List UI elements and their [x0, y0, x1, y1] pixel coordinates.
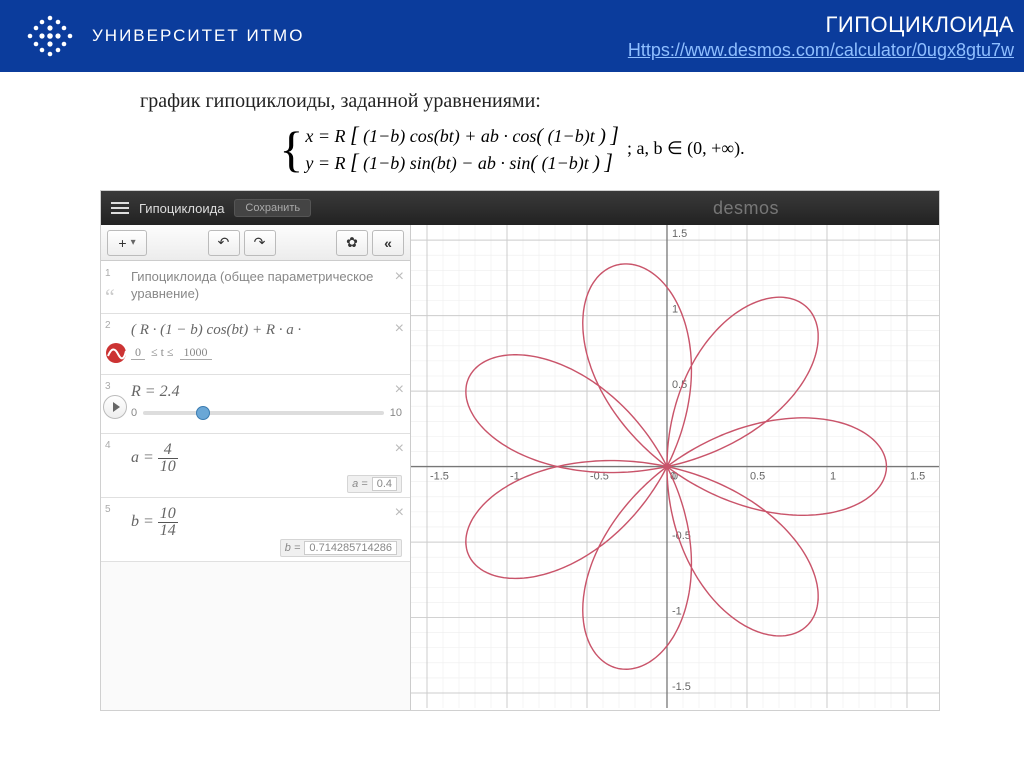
- curve-icon[interactable]: [105, 342, 127, 364]
- parametric-expression-row[interactable]: 2 ( R · (1 − b) cos(bt) + R · a · × 0 ≤ …: [101, 314, 410, 375]
- equation-domain: ; a, b ∈ (0, +∞).: [627, 138, 745, 159]
- R-slider[interactable]: 0 10: [131, 407, 402, 419]
- row-number: 5: [105, 504, 111, 515]
- close-icon[interactable]: ×: [395, 504, 404, 522]
- R-expression: R = 2.4: [131, 383, 180, 400]
- folder-label: Гипоциклоида (общее параметрическое урав…: [131, 269, 373, 301]
- redo-button[interactable]: ↷: [244, 230, 276, 256]
- graph-title[interactable]: Гипоциклоида: [139, 201, 224, 216]
- desmos-topbar: Гипоциклоида Сохранить desmos: [101, 191, 939, 225]
- header-right: ГИПОЦИКЛОИДА Https://www.desmos.com/calc…: [628, 12, 1014, 61]
- svg-text:-1.5: -1.5: [430, 471, 449, 483]
- desmos-app: Гипоциклоида Сохранить desmos + ↶ ↷ ✿ « …: [100, 190, 940, 711]
- slider-a-row[interactable]: 4 a = 410 × a =0.4: [101, 434, 410, 498]
- plot-svg: -1.5-1-0.500.511.5-1.5-1-0.50.511.50: [411, 225, 939, 708]
- slider-b-row[interactable]: 5 b = 1014 × b =0.714285714286: [101, 498, 410, 562]
- svg-text:0.5: 0.5: [750, 471, 765, 483]
- university-name: УНИВЕРСИТЕТ ИТМО: [92, 26, 304, 46]
- b-value-badge: b =0.714285714286: [280, 539, 402, 557]
- expression-list: 1 “ Гипоциклоида (общее параметрическое …: [101, 261, 410, 710]
- t-domain[interactable]: 0 ≤ t ≤ 1000: [131, 345, 402, 360]
- folder-row[interactable]: 1 “ Гипоциклоида (общее параметрическое …: [101, 261, 410, 314]
- row-number: 3: [105, 381, 111, 392]
- svg-text:1: 1: [672, 304, 678, 316]
- close-icon[interactable]: ×: [395, 320, 404, 338]
- slide-header: УНИВЕРСИТЕТ ИТМО ГИПОЦИКЛОИДА Https://ww…: [0, 0, 1024, 72]
- expression-toolbar: + ↶ ↷ ✿ «: [101, 225, 410, 261]
- slide-title: ГИПОЦИКЛОИДА: [628, 12, 1014, 38]
- collapse-panel-button[interactable]: «: [372, 230, 404, 256]
- left-brace-icon: {: [279, 124, 303, 174]
- equation-system: { x = R [ (1−b) cos(bt) + ab · cos( (1−b…: [0, 121, 1024, 176]
- itmo-logo-icon: [20, 8, 76, 64]
- row-number: 2: [105, 320, 111, 331]
- menu-icon[interactable]: [111, 199, 129, 217]
- svg-text:1: 1: [830, 471, 836, 483]
- caption: график гипоциклоиды, заданной уравнениям…: [140, 90, 1024, 113]
- svg-text:0.5: 0.5: [672, 379, 687, 391]
- close-icon[interactable]: ×: [395, 440, 404, 458]
- desmos-link[interactable]: Https://www.desmos.com/calculator/0ugx8g…: [628, 40, 1014, 61]
- svg-text:1.5: 1.5: [672, 228, 687, 240]
- slider-R-row[interactable]: 3 R = 2.4 × 0 10: [101, 375, 410, 434]
- row-number: 1: [105, 267, 111, 280]
- graph-canvas[interactable]: -1.5-1-0.500.511.5-1.5-1-0.50.511.50: [411, 225, 939, 710]
- settings-button[interactable]: ✿: [336, 230, 368, 256]
- undo-button[interactable]: ↶: [208, 230, 240, 256]
- a-value-badge: a =0.4: [347, 475, 402, 493]
- svg-text:-0.5: -0.5: [672, 530, 691, 542]
- desmos-logo: desmos: [713, 198, 779, 219]
- add-expression-button[interactable]: +: [107, 230, 147, 256]
- svg-text:-1.5: -1.5: [672, 681, 691, 693]
- folder-icon: “: [105, 283, 115, 312]
- close-icon[interactable]: ×: [395, 267, 404, 288]
- svg-text:1.5: 1.5: [910, 471, 925, 483]
- row-number: 4: [105, 440, 111, 451]
- expression-panel: + ↶ ↷ ✿ « 1 “ Гипоциклоида (общее параме…: [101, 225, 411, 710]
- close-icon[interactable]: ×: [395, 381, 404, 399]
- logo-block: УНИВЕРСИТЕТ ИТМО: [20, 8, 304, 64]
- svg-text:-1: -1: [672, 606, 682, 618]
- save-button[interactable]: Сохранить: [234, 199, 311, 217]
- play-button[interactable]: [103, 395, 127, 419]
